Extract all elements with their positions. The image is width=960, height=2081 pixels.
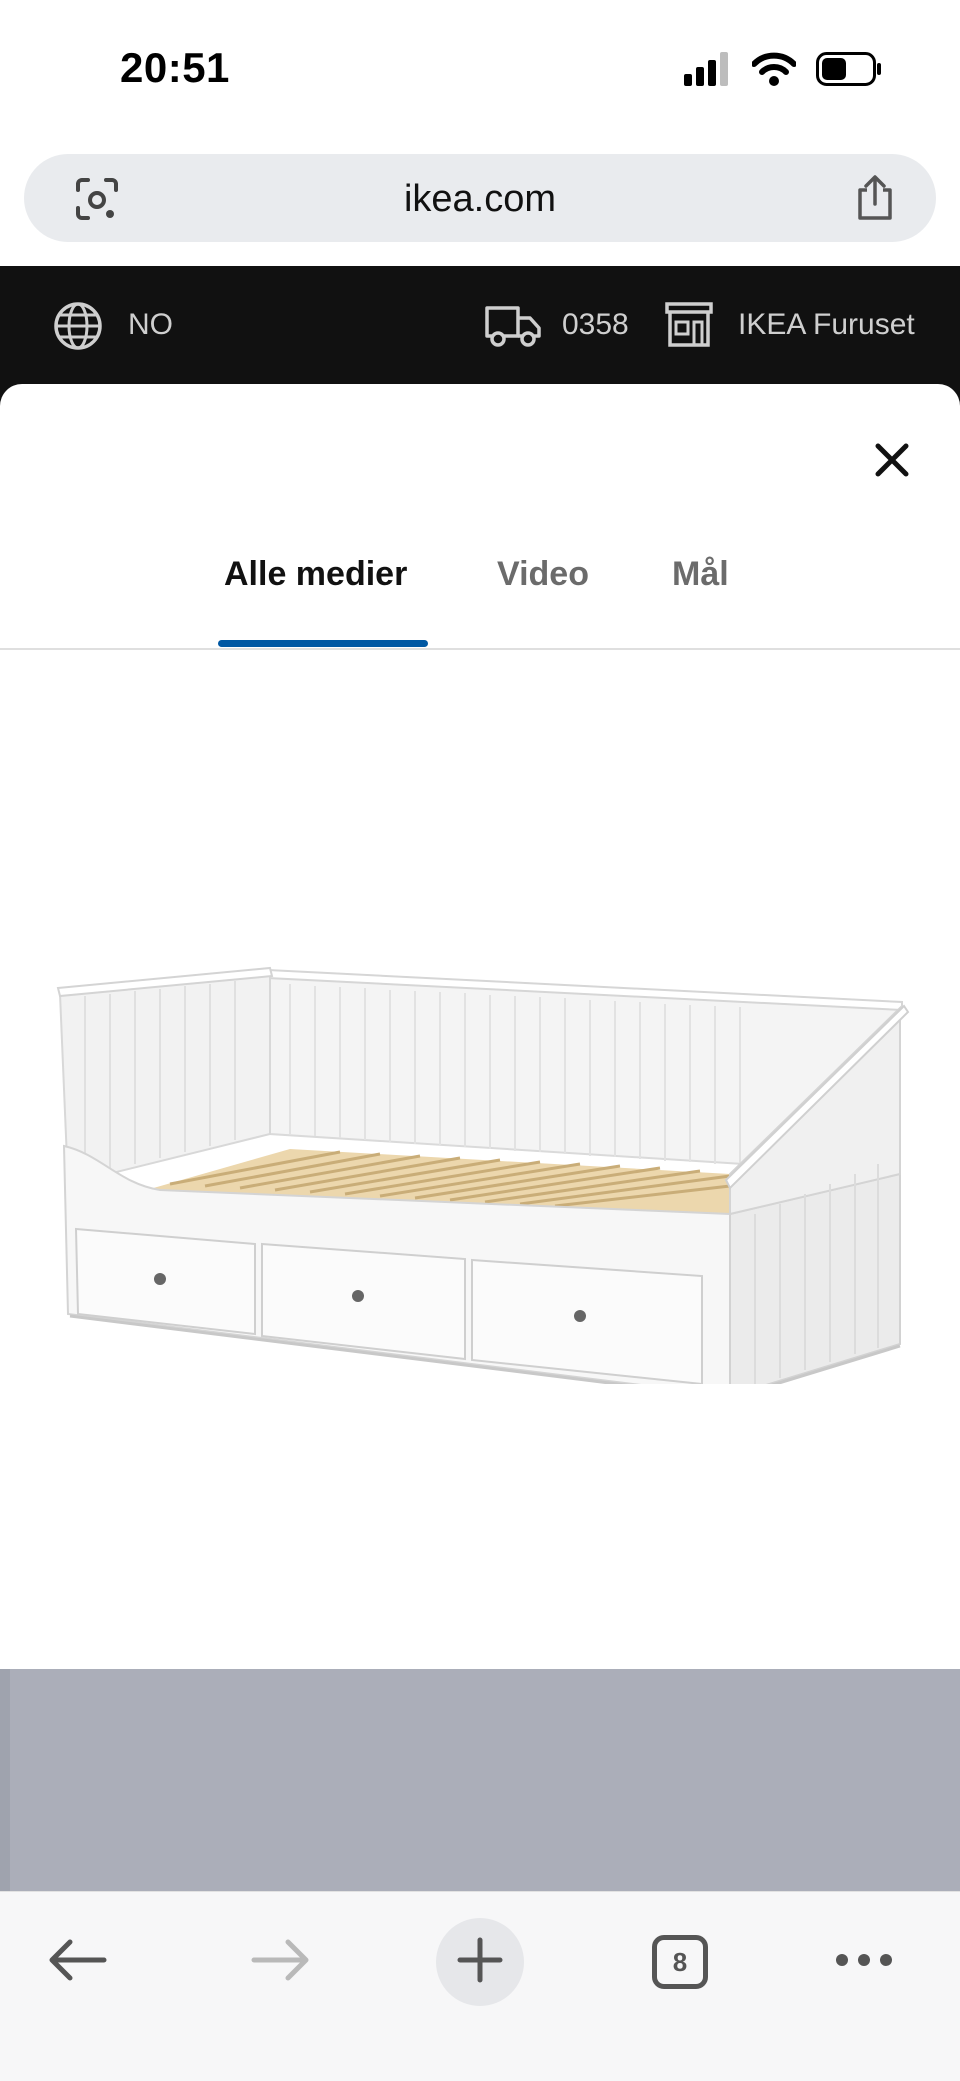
more-icon <box>834 1952 894 1973</box>
backdrop-edge <box>0 1669 10 1891</box>
status-icons <box>684 52 882 91</box>
tab-count: 8 <box>672 1946 688 1977</box>
plus-icon <box>456 1936 504 1989</box>
address-bar[interactable]: ikea.com <box>24 154 936 242</box>
country-selector[interactable]: NO <box>128 308 173 342</box>
battery-icon <box>816 52 882 91</box>
page: 20:51 ikea.com NO 0358 IKEA Furuset Alle… <box>0 0 960 2081</box>
cellular-signal-icon <box>684 52 732 91</box>
browser-toolbar: 8 <box>0 1891 960 2081</box>
more-button[interactable] <box>820 1918 908 2006</box>
wifi-icon <box>751 52 797 91</box>
new-tab-button[interactable] <box>436 1918 524 2006</box>
status-bar: 20:51 <box>0 0 960 140</box>
tab-mal[interactable]: Mål <box>672 544 729 624</box>
product-image[interactable] <box>40 884 940 1400</box>
url-text[interactable]: ikea.com <box>24 178 936 221</box>
back-arrow-icon <box>48 1938 108 1987</box>
page-content-backdrop <box>0 1669 960 1891</box>
tab-alle-medier[interactable]: Alle medier <box>224 544 407 624</box>
status-time: 20:51 <box>120 44 230 91</box>
tabs-button[interactable]: 8 <box>636 1918 724 2006</box>
forward-button[interactable] <box>236 1918 324 2006</box>
truck-icon[interactable] <box>484 302 542 348</box>
media-viewer-sheet: Alle medier Video Mål <box>0 384 960 1669</box>
media-tabs: Alle medier Video Mål <box>0 544 960 654</box>
postal-code[interactable]: 0358 <box>562 308 629 342</box>
globe-icon[interactable] <box>52 300 104 352</box>
active-tab-indicator <box>218 640 428 647</box>
store-name[interactable]: IKEA Furuset <box>738 308 915 342</box>
tabs-icon: 8 <box>652 1935 708 1989</box>
share-icon[interactable] <box>852 174 898 222</box>
site-header: NO 0358 IKEA Furuset <box>0 266 960 384</box>
store-icon[interactable] <box>664 300 714 348</box>
forward-arrow-icon <box>250 1938 310 1987</box>
tabs-divider <box>0 648 960 650</box>
back-button[interactable] <box>34 1918 122 2006</box>
tab-video[interactable]: Video <box>497 544 589 624</box>
close-icon[interactable] <box>864 432 920 488</box>
